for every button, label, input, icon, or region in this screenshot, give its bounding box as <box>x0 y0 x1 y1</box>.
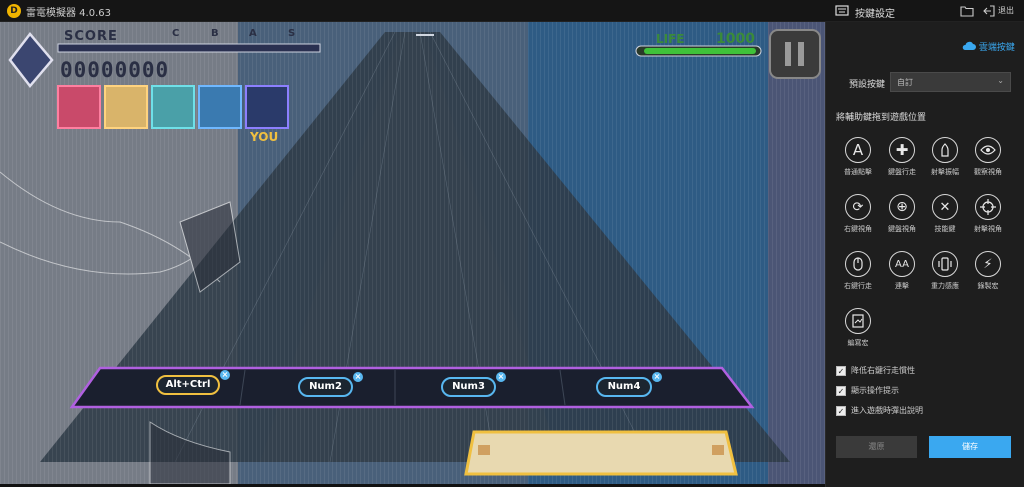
tool-label: 鍵盤行走 <box>888 168 916 176</box>
tool-label: 普通點擊 <box>844 168 872 176</box>
checkbox-show-hints[interactable]: ✓ 顯示操作提示 <box>836 385 899 397</box>
cloud-keys-link[interactable]: 雲端按鍵 <box>962 40 1015 54</box>
bullet-icon <box>932 137 958 163</box>
cloud-icon <box>962 41 976 54</box>
app-logo-icon: D <box>7 4 21 18</box>
score-value: 00000000 <box>60 58 170 82</box>
tool-keyboard-walk[interactable]: ✚ 鍵盤行走 <box>880 137 924 177</box>
tool-record-macro[interactable]: ⚡ 錄製宏 <box>966 251 1010 291</box>
keyboard-icon[interactable] <box>835 0 849 22</box>
lane-key-1-label: Alt+Ctrl <box>165 379 211 390</box>
tool-label: 右鍵行走 <box>844 282 872 290</box>
game-viewport[interactable]: SCORE C B A S 00000000 LIFE 1000 YOU Alt… <box>0 22 825 484</box>
checkbox-label: 進入遊戲時彈出說明 <box>851 406 923 415</box>
lane-key-2[interactable]: Num2 × <box>298 372 363 397</box>
reset-button[interactable]: 還原 <box>836 436 917 458</box>
tool-label: 觀察視角 <box>974 168 1002 176</box>
lane-key-2-label: Num2 <box>309 381 342 392</box>
checkbox-label: 降低右鍵行走慣性 <box>851 366 915 375</box>
phone-tilt-icon <box>932 251 958 277</box>
letter-a-icon: A <box>845 137 871 163</box>
checkbox-popup-help[interactable]: ✓ 進入遊戲時彈出說明 <box>836 405 923 417</box>
tool-observe-view[interactable]: 觀察視角 <box>966 137 1010 177</box>
tools-section-title: 將輔助鍵拖到遊戲位置 <box>836 113 927 123</box>
tool-rightclick-walk[interactable]: 右鍵行走 <box>836 251 880 291</box>
game-scene <box>0 22 825 484</box>
skill-swords-icon: ✕ <box>932 194 958 220</box>
score-label: SCORE <box>64 29 118 44</box>
tool-fire-sway[interactable]: 射擊振幅 <box>923 137 967 177</box>
lane-key-3-label: Num3 <box>452 381 485 392</box>
keyboard-view-icon: ⊕ <box>889 194 915 220</box>
tool-keyboard-view[interactable]: ⊕ 鍵盤視角 <box>880 194 924 234</box>
chevron-down-icon: ⌄ <box>997 76 1004 85</box>
tool-skill-key[interactable]: ✕ 技能鍵 <box>923 194 967 234</box>
tool-label: 右鍵視角 <box>844 225 872 233</box>
lane-key-4[interactable]: Num4 × <box>596 372 662 397</box>
exit-label: 退出 <box>998 6 1014 15</box>
life-label: LIFE <box>656 32 685 46</box>
grade-a: A <box>249 28 257 39</box>
checkbox-checked-icon[interactable]: ✓ <box>836 405 846 416</box>
rotate-view-icon: ⟳ <box>845 194 871 220</box>
remove-key-icon[interactable]: × <box>353 372 363 382</box>
tool-label: 連擊 <box>895 282 909 290</box>
lane-key-3[interactable]: Num3 × <box>441 372 506 397</box>
lightning-icon: ⚡ <box>975 251 1001 277</box>
app-title: 雷電模擬器 4.0.63 <box>26 8 111 19</box>
preset-value: 自訂 <box>897 78 913 87</box>
checkbox-checked-icon[interactable]: ✓ <box>836 365 846 376</box>
preset-select[interactable]: 自訂 ⌄ <box>890 72 1011 92</box>
key-settings-title: 按鍵設定 <box>855 9 895 20</box>
checkbox-label: 顯示操作提示 <box>851 386 899 395</box>
checkbox-reduce-inertia[interactable]: ✓ 降低右鍵行走慣性 <box>836 365 915 377</box>
grade-b: B <box>211 28 219 39</box>
script-icon <box>845 308 871 334</box>
checkbox-checked-icon[interactable]: ✓ <box>836 385 846 396</box>
crosshair-icon <box>975 194 1001 220</box>
tool-label: 鍵盤視角 <box>888 225 916 233</box>
tool-label: 射擊振幅 <box>931 168 959 176</box>
you-label: YOU <box>250 130 279 144</box>
pause-button[interactable] <box>770 30 820 78</box>
grade-c: C <box>172 28 180 39</box>
tool-label: 編寫宏 <box>847 339 869 347</box>
save-button[interactable]: 儲存 <box>929 436 1011 458</box>
remove-key-icon[interactable]: × <box>652 372 662 382</box>
tool-label: 技能鍵 <box>934 225 956 233</box>
tool-rightclick-view[interactable]: ⟳ 右鍵視角 <box>836 194 880 234</box>
lane-key-1[interactable]: Alt+Ctrl × <box>156 370 230 395</box>
remove-key-icon[interactable]: × <box>220 370 230 380</box>
tool-label: 錄製宏 <box>977 282 999 290</box>
exit-button[interactable]: 退出 <box>983 0 1014 22</box>
eye-icon <box>975 137 1001 163</box>
tool-gravity[interactable]: 重力感應 <box>923 251 967 291</box>
title-bar: D 雷電模擬器 4.0.63 按鍵設定 退出 <box>0 0 1024 22</box>
grade-s: S <box>288 28 296 39</box>
tool-write-macro[interactable]: 編寫宏 <box>836 308 880 348</box>
dpad-icon: ✚ <box>889 137 915 163</box>
tool-label: 重力感應 <box>931 282 959 290</box>
tool-label: 射擊視角 <box>974 225 1002 233</box>
tool-shoot-view[interactable]: 射擊視角 <box>966 194 1010 234</box>
remove-key-icon[interactable]: × <box>496 372 506 382</box>
lane-key-4-label: Num4 <box>607 381 641 392</box>
exit-icon <box>983 5 995 17</box>
double-a-icon: AA <box>889 251 915 277</box>
tool-tap[interactable]: A 普通點擊 <box>836 137 880 177</box>
mouse-icon <box>845 251 871 277</box>
folder-icon[interactable] <box>960 0 974 22</box>
tool-combo[interactable]: AA 連擊 <box>880 251 924 291</box>
life-value: 1000 <box>716 31 755 47</box>
preset-label: 預設按鍵 <box>849 80 886 90</box>
cloud-keys-label: 雲端按鍵 <box>978 43 1015 53</box>
